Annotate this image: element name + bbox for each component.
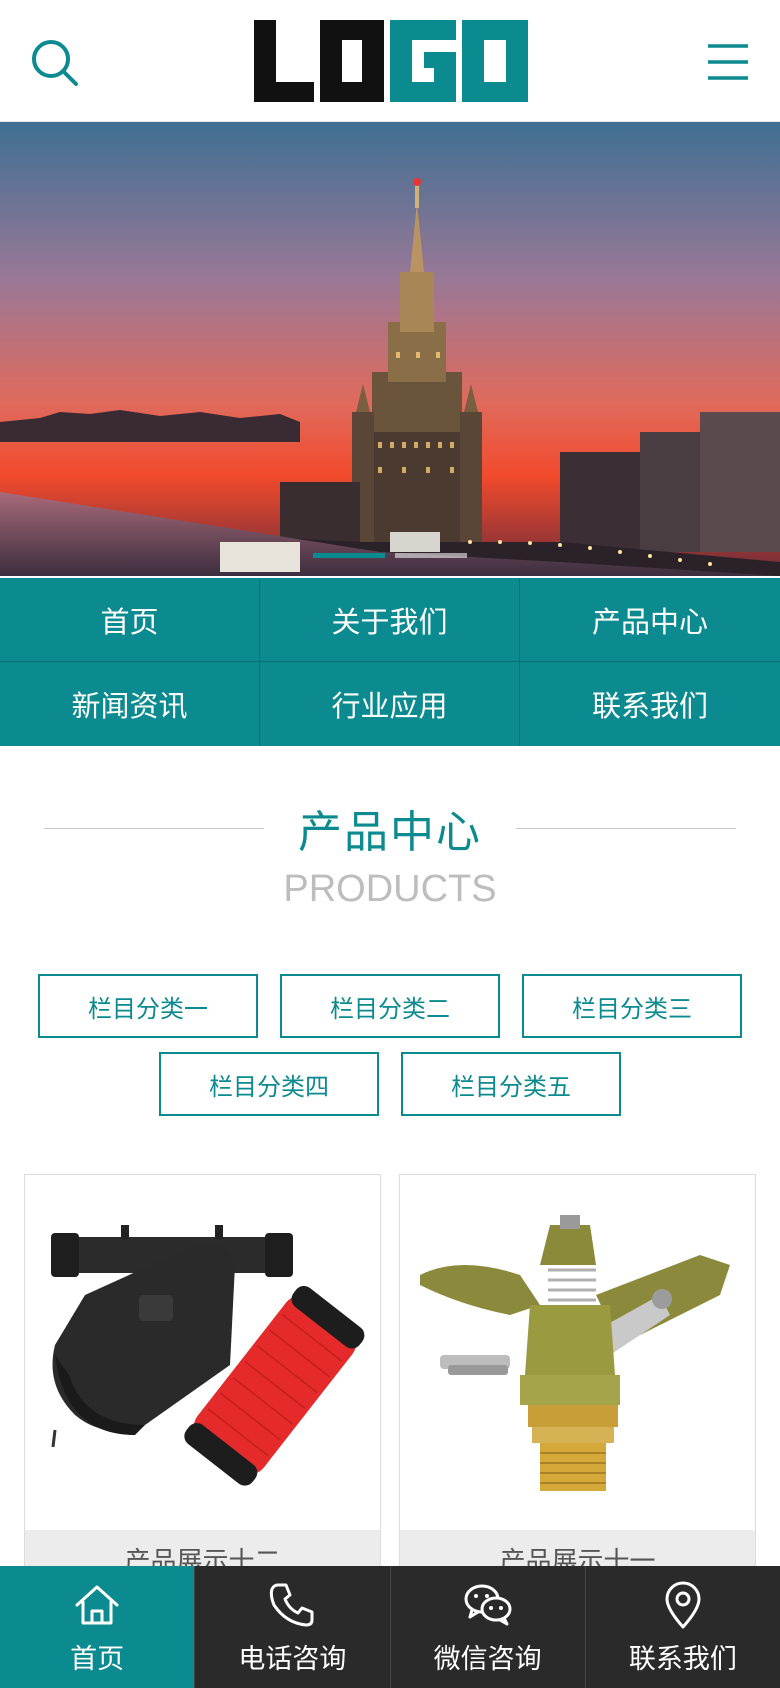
- hero-banner[interactable]: [0, 122, 780, 576]
- category-button[interactable]: 栏目分类一: [38, 974, 258, 1038]
- nav-item-about[interactable]: 关于我们: [260, 578, 520, 662]
- tab-label: 微信咨询: [433, 1643, 542, 1675]
- category-button[interactable]: 栏目分类二: [280, 974, 500, 1038]
- section-header: 产品中心 PRODUCTS: [0, 796, 780, 911]
- location-pin-icon: [665, 1581, 701, 1628]
- nav-item-industry[interactable]: 行业应用: [260, 662, 520, 746]
- phone-icon: [270, 1583, 314, 1626]
- tab-home[interactable]: 首页: [0, 1566, 196, 1688]
- category-button[interactable]: 栏目分类四: [159, 1052, 379, 1116]
- nav-item-contact[interactable]: 联系我们: [520, 662, 780, 746]
- carousel-dot[interactable]: [395, 553, 467, 558]
- wechat-icon: [464, 1584, 512, 1625]
- nav-item-news[interactable]: 新闻资讯: [0, 662, 260, 746]
- product-image: [25, 1175, 380, 1530]
- main-nav: 首页 关于我们 产品中心 新闻资讯 行业应用 联系我们: [0, 578, 780, 746]
- tab-contact[interactable]: 联系我们: [586, 1566, 780, 1688]
- nav-item-products[interactable]: 产品中心: [520, 578, 780, 662]
- divider: [44, 827, 264, 829]
- product-card[interactable]: 产品展示十一: [399, 1174, 756, 1584]
- tab-label: 首页: [70, 1643, 125, 1675]
- nav-item-home[interactable]: 首页: [0, 578, 260, 662]
- section-title: 产品中心: [298, 807, 482, 858]
- tab-label: 联系我们: [628, 1643, 737, 1675]
- divider: [516, 827, 736, 829]
- carousel-dots: [0, 553, 780, 558]
- tab-wechat[interactable]: 微信咨询: [391, 1566, 586, 1688]
- category-button[interactable]: 栏目分类五: [401, 1052, 621, 1116]
- product-card[interactable]: 产品展示十二: [24, 1174, 381, 1584]
- bottom-tab-bar: 首页 电话咨询 微信咨询 联系我们: [0, 1566, 780, 1688]
- category-filters: 栏目分类一 栏目分类二 栏目分类三 栏目分类四 栏目分类五: [0, 974, 780, 1130]
- tab-label: 电话咨询: [238, 1643, 347, 1675]
- product-list: 产品展示十二 产品展示十一: [24, 1174, 756, 1584]
- home-icon: [75, 1585, 119, 1624]
- carousel-dot[interactable]: [313, 553, 385, 558]
- category-button[interactable]: 栏目分类三: [522, 974, 742, 1038]
- header: [0, 0, 780, 122]
- logo[interactable]: [252, 18, 530, 104]
- product-image: [400, 1175, 755, 1530]
- search-icon[interactable]: [30, 38, 80, 88]
- hamburger-menu-icon[interactable]: [706, 40, 750, 84]
- tab-phone[interactable]: 电话咨询: [195, 1566, 391, 1688]
- banner-image: [0, 122, 780, 576]
- section-subtitle: PRODUCTS: [283, 868, 497, 910]
